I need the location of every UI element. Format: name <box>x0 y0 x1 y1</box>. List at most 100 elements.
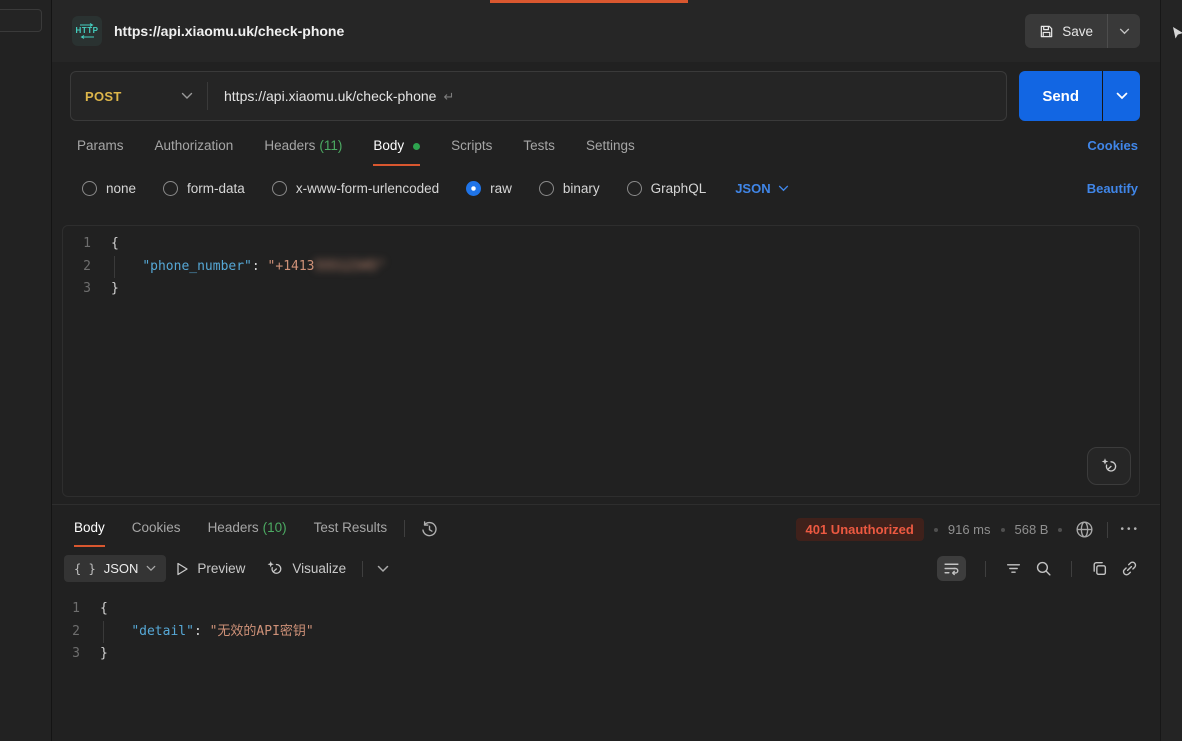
mode-label: none <box>106 181 136 196</box>
beautify-link[interactable]: Beautify <box>1087 181 1138 196</box>
tab-label: Body <box>373 138 404 153</box>
response-meta: 401 Unauthorized 916 ms 568 B ••• <box>796 518 1141 541</box>
tab-settings[interactable]: Settings <box>586 138 635 166</box>
request-tabs: Params Authorization Headers(11) Body Sc… <box>52 121 1160 166</box>
code-token: "+1413 <box>268 259 315 274</box>
url-box: POST https://api.xiaomu.uk/check-phone ↵ <box>70 71 1007 121</box>
link-icon <box>1121 560 1138 577</box>
chevron-down-icon <box>181 92 193 100</box>
line-number: 1 <box>52 598 100 621</box>
right-rail <box>1160 0 1182 741</box>
more-views-button[interactable] <box>369 565 397 573</box>
raw-language-select[interactable]: JSON <box>735 181 788 196</box>
code-line: 2 "detail": "无效的API密钥" <box>52 621 1160 644</box>
mode-label: GraphQL <box>651 181 707 196</box>
save-options-button[interactable] <box>1108 14 1140 48</box>
toolbar-divider <box>1071 561 1072 577</box>
response-editor-actions <box>937 556 1138 581</box>
tab-body[interactable]: Body <box>373 138 420 166</box>
mode-graphql[interactable]: GraphQL <box>627 181 707 196</box>
postbot-button[interactable] <box>1087 447 1131 485</box>
response-tab-cookies[interactable]: Cookies <box>132 505 181 547</box>
network-globe-icon[interactable] <box>1074 519 1095 540</box>
http-badge-label: HTTP <box>76 27 99 35</box>
response-size[interactable]: 568 B <box>1015 522 1049 537</box>
filter-button[interactable] <box>1005 560 1022 577</box>
mode-x-www-form-urlencoded[interactable]: x-www-form-urlencoded <box>272 181 439 196</box>
code-token: "无效的API密钥" <box>210 624 314 639</box>
request-body-editor[interactable]: 1{2 "phone_number": "+141355512345"3} <box>62 225 1140 497</box>
response-format-select[interactable]: { } JSON <box>64 555 166 582</box>
link-button[interactable] <box>1121 560 1138 577</box>
search-button[interactable] <box>1035 560 1052 577</box>
mode-raw[interactable]: raw <box>466 181 512 196</box>
chevron-down-icon <box>377 565 389 573</box>
send-options-button[interactable] <box>1103 71 1140 121</box>
language-label: JSON <box>735 181 770 196</box>
radio-selected-icon <box>466 181 481 196</box>
code-token <box>111 259 142 274</box>
status-badge[interactable]: 401 Unauthorized <box>796 518 924 541</box>
visualize-button[interactable]: Visualize <box>255 553 356 584</box>
tab-label: Cookies <box>132 520 181 535</box>
word-wrap-icon <box>943 560 960 577</box>
main-panel: HTTP https://api.xiaomu.uk/check-phone S… <box>52 0 1160 741</box>
search-icon <box>1035 560 1052 577</box>
line-number: 1 <box>63 233 111 256</box>
indent-guide <box>103 621 104 644</box>
active-tab-indicator <box>490 0 688 3</box>
code-line: 1{ <box>63 233 1139 256</box>
word-wrap-button[interactable] <box>937 556 966 581</box>
tab-label: Params <box>77 138 124 153</box>
url-text: https://api.xiaomu.uk/check-phone <box>224 88 436 104</box>
code-token: { <box>100 601 108 616</box>
tab-headers[interactable]: Headers(11) <box>264 138 342 166</box>
meta-separator-dot <box>1058 528 1062 532</box>
tab-scripts[interactable]: Scripts <box>451 138 492 166</box>
mode-form-data[interactable]: form-data <box>163 181 245 196</box>
format-label: JSON <box>104 561 139 576</box>
response-tab-test-results[interactable]: Test Results <box>314 505 388 547</box>
preview-label: Preview <box>197 561 245 576</box>
url-input[interactable]: https://api.xiaomu.uk/check-phone ↵ <box>208 88 454 105</box>
code-token: "phone_number" <box>142 259 252 274</box>
send-button[interactable]: Send <box>1019 71 1140 121</box>
headers-count-badge: (11) <box>319 138 342 153</box>
left-sidebar <box>0 0 52 741</box>
mode-none[interactable]: none <box>82 181 136 196</box>
tab-label: Headers <box>208 520 259 535</box>
response-header-divider <box>404 520 405 537</box>
response-tab-headers[interactable]: Headers(10) <box>208 505 287 547</box>
preview-button[interactable]: Preview <box>166 555 255 582</box>
cookies-link[interactable]: Cookies <box>1087 138 1138 153</box>
line-number: 2 <box>63 256 111 279</box>
visualize-label: Visualize <box>292 561 346 576</box>
code-line: 1{ <box>52 598 1160 621</box>
tab-tests[interactable]: Tests <box>523 138 555 166</box>
postbot-sparkle-icon <box>1099 456 1119 476</box>
line-number: 3 <box>63 278 111 301</box>
response-body-editor[interactable]: 1{2 "detail": "无效的API密钥"3} <box>52 590 1160 666</box>
code-token: { <box>111 236 119 251</box>
method-select[interactable]: POST <box>71 89 207 104</box>
save-icon <box>1039 24 1054 39</box>
tab-authorization[interactable]: Authorization <box>155 138 234 166</box>
enter-hint-glyph: ↵ <box>443 89 454 104</box>
response-more-menu[interactable]: ••• <box>1120 524 1140 535</box>
method-label: POST <box>85 89 122 104</box>
response-history-icon[interactable] <box>420 520 439 539</box>
radio-icon <box>627 181 642 196</box>
body-modified-dot <box>413 143 420 150</box>
save-button[interactable]: Save <box>1025 14 1140 48</box>
tab-params[interactable]: Params <box>77 138 124 166</box>
chevron-down-icon <box>778 185 789 192</box>
copy-button[interactable] <box>1091 560 1108 577</box>
response-tab-body[interactable]: Body <box>74 505 105 547</box>
response-time[interactable]: 916 ms <box>948 522 991 537</box>
mode-label: binary <box>563 181 600 196</box>
tab-label: Authorization <box>155 138 234 153</box>
sidebar-collapsed-item[interactable] <box>0 9 42 32</box>
tab-label: Body <box>74 520 105 535</box>
mode-binary[interactable]: binary <box>539 181 600 196</box>
radio-icon <box>82 181 97 196</box>
